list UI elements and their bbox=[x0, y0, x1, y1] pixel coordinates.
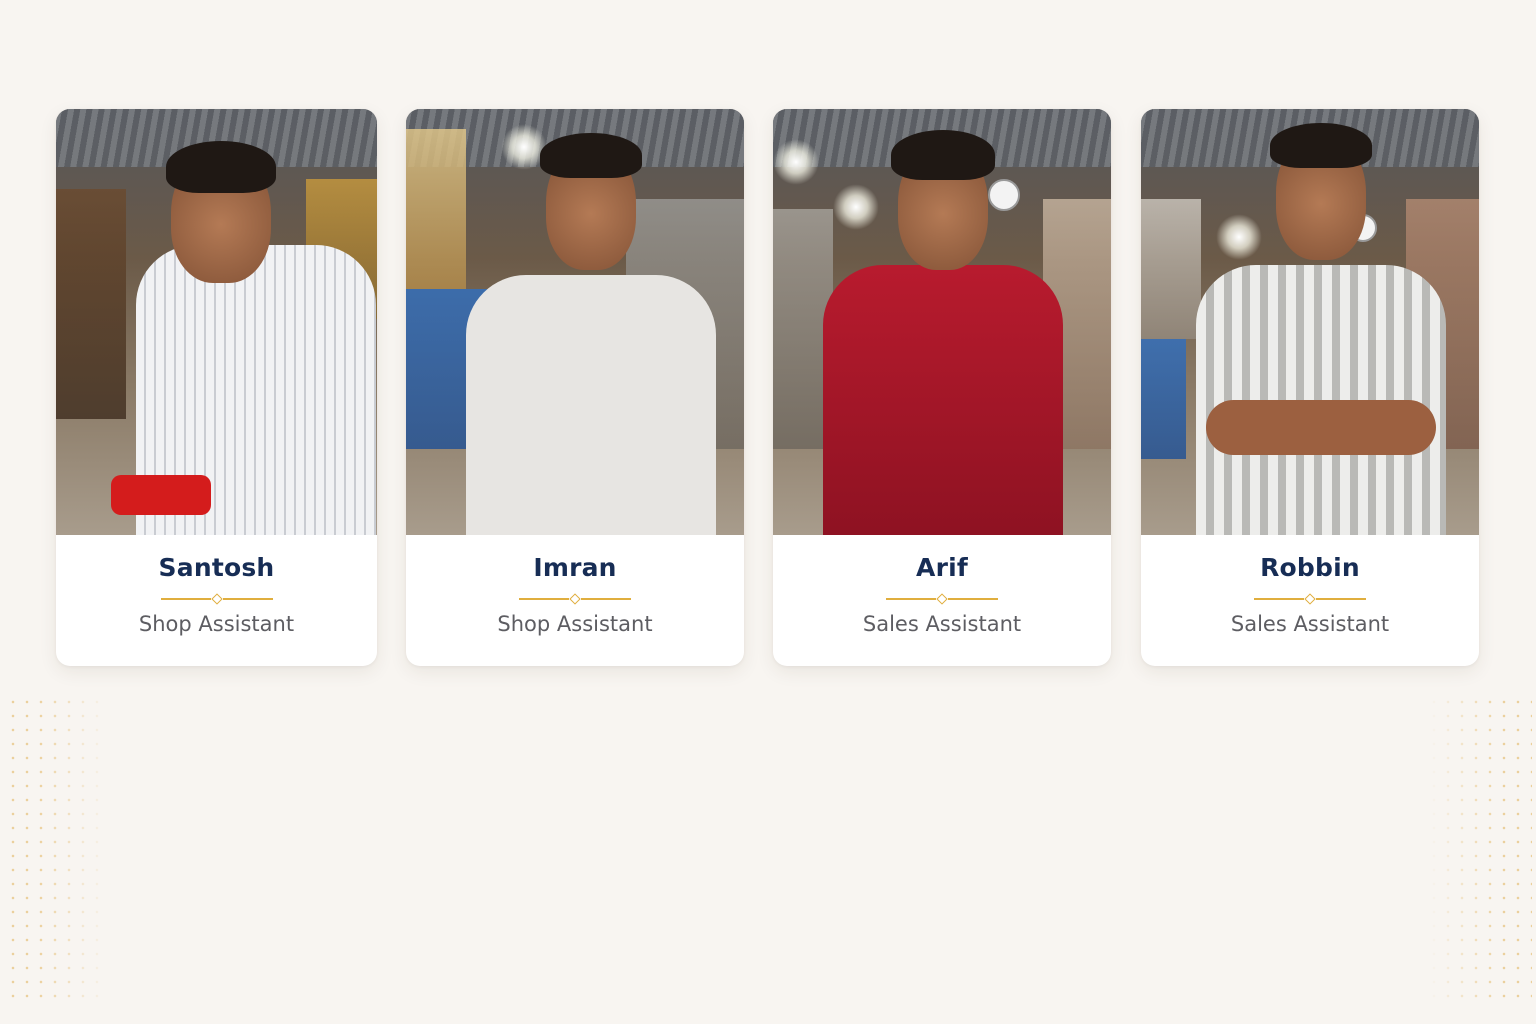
decorative-dot-pattern-right bbox=[1427, 695, 1532, 1005]
diamond-icon bbox=[936, 593, 948, 605]
member-photo bbox=[1141, 109, 1479, 535]
member-name: Santosh bbox=[158, 553, 275, 582]
member-role: Sales Assistant bbox=[862, 612, 1022, 636]
team-card[interactable]: Santosh Shop Assistant bbox=[56, 109, 377, 666]
member-role: Shop Assistant bbox=[497, 612, 653, 636]
member-photo bbox=[406, 109, 744, 535]
gold-divider bbox=[160, 593, 273, 605]
gold-divider bbox=[886, 593, 998, 605]
team-page: Santosh Shop Assistant Imran Shop Assist… bbox=[0, 0, 1536, 1024]
gold-divider bbox=[1254, 593, 1366, 605]
member-name: Imran bbox=[533, 553, 617, 582]
member-role: Shop Assistant bbox=[138, 612, 295, 636]
gold-divider bbox=[519, 593, 631, 605]
team-card[interactable]: Imran Shop Assistant bbox=[406, 109, 744, 666]
member-photo bbox=[56, 109, 377, 535]
diamond-icon bbox=[1304, 593, 1316, 605]
team-card[interactable]: Arif Sales Assistant bbox=[773, 109, 1111, 666]
member-photo bbox=[773, 109, 1111, 535]
member-role: Sales Assistant bbox=[1230, 612, 1390, 636]
diamond-icon bbox=[210, 593, 223, 605]
member-name: Robbin bbox=[1260, 553, 1360, 582]
member-name: Arif bbox=[916, 553, 968, 582]
team-card[interactable]: Robbin Sales Assistant bbox=[1141, 109, 1479, 666]
diamond-icon bbox=[569, 593, 581, 605]
decorative-dot-pattern-left bbox=[6, 695, 111, 1005]
